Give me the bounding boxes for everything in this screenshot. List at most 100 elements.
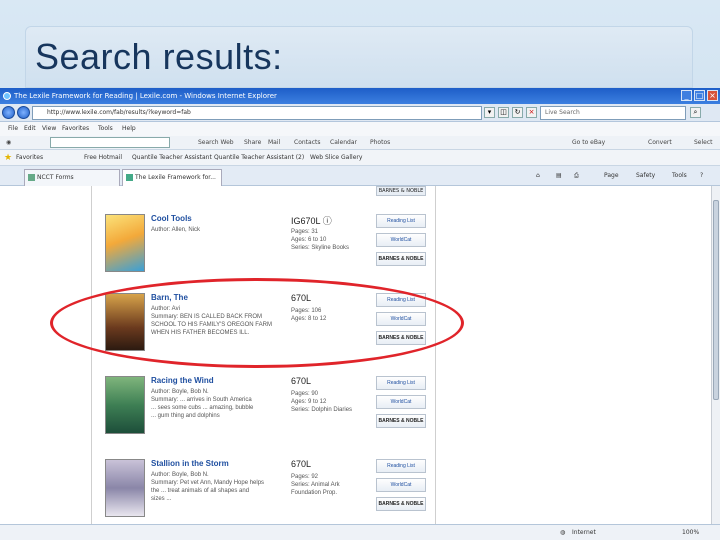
menu-help[interactable]: Help [122, 122, 136, 136]
fav-item-quantile[interactable]: Quantile Teacher Assistant [132, 150, 212, 166]
status-zoom[interactable]: 100% [682, 525, 699, 540]
menu-edit[interactable]: Edit [24, 122, 36, 136]
command-tools[interactable]: Tools [672, 166, 687, 186]
help-icon[interactable]: ? [700, 166, 703, 186]
book-ages: Ages: 6 to 10 [291, 237, 327, 243]
book-details: Author: Boyle, Bob N. Summary: ... arriv… [151, 388, 286, 420]
dropdown-icon[interactable]: ▾ [484, 107, 495, 118]
toolbar-convert[interactable]: Convert [648, 136, 672, 150]
add-reading-list-button[interactable]: Reading List [376, 459, 426, 473]
book-author: Author: Boyle, Bob N. [151, 472, 209, 478]
barnes-noble-button[interactable]: BARNES & NOBLE [376, 497, 426, 511]
tab-ncct-forms[interactable]: NCCT Forms [24, 169, 120, 186]
tab-favicon-icon [28, 174, 35, 181]
home-icon[interactable]: ⌂ [536, 166, 540, 186]
stop-icon[interactable]: × [526, 107, 537, 118]
toolbar-photos[interactable]: Photos [370, 136, 390, 150]
book-actions: Reading List WorldCat BARNES & NOBLE [376, 214, 426, 271]
close-button[interactable]: × [707, 90, 718, 101]
book-pages: Pages: 90 [291, 391, 319, 397]
book-cover-image [105, 293, 145, 351]
tab-lexile[interactable]: The Lexile Framework for... [122, 169, 222, 186]
add-reading-list-button[interactable]: Reading List [376, 376, 426, 390]
menu-tools[interactable]: Tools [98, 122, 113, 136]
list-item: Cool Tools Author: Allen, Nick IG670L ⓘ … [105, 214, 430, 284]
book-ages: Ages: 9 to 12 [291, 399, 327, 405]
menu-file[interactable]: File [8, 122, 18, 136]
book-title[interactable]: Cool Tools [151, 214, 192, 223]
back-icon[interactable] [2, 106, 15, 119]
toolbar-logo-icon: ◉ [6, 139, 12, 146]
book-title[interactable]: Stallion in the Storm [151, 459, 229, 468]
book-actions: Reading List WorldCat BARNES & NOBLE [376, 376, 426, 433]
maximize-button[interactable]: □ [694, 90, 705, 101]
book-cover-image [105, 459, 145, 517]
window-controls: _ □ × [681, 90, 718, 101]
add-reading-list-button[interactable]: Reading List [376, 214, 426, 228]
worldcat-button[interactable]: WorldCat [376, 312, 426, 326]
fav-item-webslice[interactable]: Web Slice Gallery [310, 150, 362, 166]
favorites-label[interactable]: Favorites [16, 150, 43, 166]
toolbar-share[interactable]: Share [244, 136, 261, 150]
favorites-star-icon[interactable]: ★ [4, 150, 12, 166]
book-meta: Pages: 92 Series: Animal Ark Foundation … [291, 473, 340, 497]
toolbar-search-web[interactable]: Search Web [198, 136, 234, 150]
scrollbar-thumb[interactable] [713, 200, 719, 400]
menu-favorites[interactable]: Favorites [62, 122, 89, 136]
worldcat-button[interactable]: WorldCat [376, 478, 426, 492]
compatibility-icon[interactable]: ◫ [498, 107, 509, 118]
lexile-value: IG670L [291, 216, 321, 226]
barnes-noble-button[interactable]: BARNES & NOBLE [376, 414, 426, 428]
barnes-noble-button[interactable]: BARNES & NOBLE [376, 331, 426, 345]
feeds-icon[interactable]: ▤ [556, 166, 562, 186]
worldcat-button[interactable]: WorldCat [376, 395, 426, 409]
favorites-bar: ★ Favorites Free Hotmail Quantile Teache… [0, 150, 720, 166]
refresh-icon[interactable]: ↻ [512, 107, 523, 118]
toolbar-mail[interactable]: Mail [268, 136, 280, 150]
lexile-measure: IG670L ⓘ [291, 214, 332, 227]
address-bar: http://www.lexile.com/fab/results/?keywo… [0, 104, 720, 122]
book-summary-line: sizes ... [151, 496, 172, 502]
book-pages: Pages: 31 [291, 229, 319, 235]
book-title[interactable]: Racing the Wind [151, 376, 214, 385]
status-zone: Internet [572, 529, 596, 536]
search-input[interactable]: Live Search [540, 106, 686, 120]
fav-item-hotmail[interactable]: Free Hotmail [84, 150, 122, 166]
command-safety[interactable]: Safety [636, 166, 655, 186]
print-icon[interactable]: ⎙ [574, 166, 579, 186]
book-title[interactable]: Barn, The [151, 293, 188, 302]
minimize-button[interactable]: _ [681, 90, 692, 101]
search-icon[interactable]: ⌕ [690, 107, 701, 118]
lexile-measure: 670L [291, 293, 312, 303]
menu-view[interactable]: View [42, 122, 56, 136]
book-summary-line: Summary: Pet vet Ann, Mandy Hope helps [151, 480, 265, 486]
forward-icon[interactable] [17, 106, 30, 119]
fav-item-quantile-2[interactable]: Quantile Teacher Assistant (2) [214, 150, 304, 166]
add-reading-list-button[interactable]: Reading List [376, 293, 426, 307]
info-icon[interactable]: ⓘ [323, 216, 332, 226]
book-series: Series: Animal Ark [291, 482, 340, 488]
internet-zone-icon: ◍ [560, 529, 566, 536]
barnes-noble-button[interactable]: BARNES & NOBLE [376, 186, 426, 196]
menu-bar: File Edit View Favorites Tools Help [0, 122, 720, 136]
tab-label: NCCT Forms [37, 174, 74, 181]
worldcat-button[interactable]: WorldCat [376, 233, 426, 247]
command-page[interactable]: Page [604, 166, 619, 186]
toolbar-ebay[interactable]: Go to eBay [572, 136, 605, 150]
tab-favicon-icon [126, 174, 133, 181]
vertical-scrollbar[interactable] [711, 186, 720, 524]
tab-label: The Lexile Framework for... [135, 174, 216, 181]
url-input[interactable]: http://www.lexile.com/fab/results/?keywo… [32, 106, 482, 120]
book-summary-line: ... sees some cubs ... amazing, bubble [151, 405, 254, 411]
book-author: Author: Boyle, Bob N. [151, 389, 209, 395]
toolbar-contacts[interactable]: Contacts [294, 136, 320, 150]
ie-logo-icon [3, 92, 11, 100]
window-title: The Lexile Framework for Reading | Lexil… [14, 92, 277, 100]
list-item: Racing the Wind Author: Boyle, Bob N. Su… [105, 376, 430, 446]
list-item: Stallion in the Storm Author: Boyle, Bob… [105, 459, 430, 529]
barnes-noble-button[interactable]: BARNES & NOBLE [376, 252, 426, 266]
book-author: Author: Allen, Nick [151, 227, 201, 233]
toolbar-search-field[interactable] [50, 137, 170, 148]
toolbar-select[interactable]: Select [694, 136, 713, 150]
toolbar-calendar[interactable]: Calendar [330, 136, 357, 150]
